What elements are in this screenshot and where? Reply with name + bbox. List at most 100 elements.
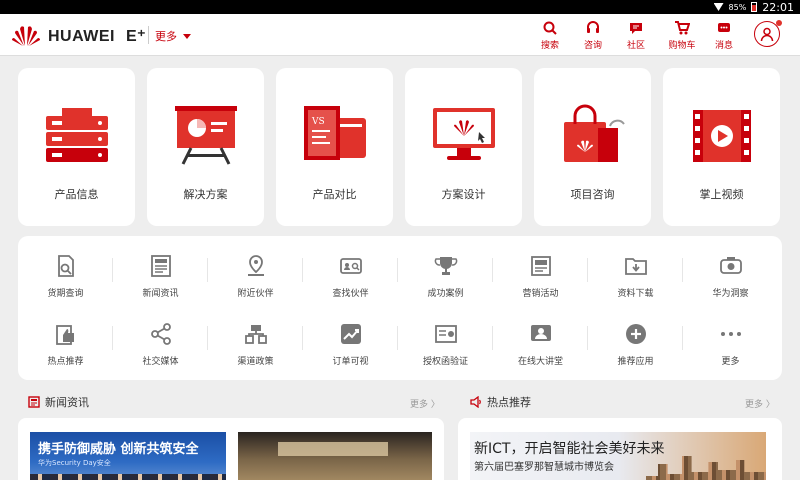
grid-item-label: 热点推荐 — [47, 357, 84, 367]
grid-item-label: 查找伙伴 — [332, 289, 369, 299]
folder-download-icon — [625, 258, 647, 275]
video-icon — [693, 110, 751, 162]
grid-item-social-media[interactable]: 社交媒体 — [113, 308, 208, 368]
grid-item-order-visibility[interactable]: 订单可视 — [303, 308, 398, 368]
card-design[interactable]: 方案设计 — [405, 68, 522, 226]
headset-icon — [587, 21, 599, 33]
grid-item-label: 更多 — [721, 357, 740, 367]
hot-more-link[interactable]: 更多 〉 — [745, 397, 775, 410]
grid-item-label: 货期查询 — [47, 289, 84, 299]
location-pin-icon — [248, 255, 264, 276]
notification-dot — [776, 20, 782, 26]
news-section-title: 新闻资讯 — [28, 394, 89, 410]
clock: 22:01 — [762, 0, 794, 14]
speaker-icon — [470, 396, 481, 408]
nav-consult-label: 咨询 — [583, 41, 602, 51]
card-compare[interactable]: VS 产品对比 — [276, 68, 393, 226]
newspaper-icon — [151, 255, 171, 277]
more-dropdown[interactable]: 更多 — [155, 28, 191, 44]
grid-item-recommended-apps[interactable]: 推荐应用 — [588, 308, 683, 368]
battery-percent: 85% — [728, 2, 747, 12]
lecture-icon — [531, 325, 551, 341]
news-item-2-photo — [278, 442, 388, 456]
feature-cards: 产品信息 解决方案 VS 产品对比 方案设计 项目咨询 掌上视频 — [18, 68, 782, 226]
card-product-info[interactable]: 产品信息 — [18, 68, 135, 226]
news-item-1[interactable]: 携手防御威胁 创新共筑安全 华为Security Day安全 — [30, 432, 226, 480]
card-label: 产品对比 — [312, 188, 357, 201]
grid-item-downloads[interactable]: 资料下载 — [588, 240, 683, 300]
grid-item-online-lecture[interactable]: 在线大讲堂 — [493, 308, 588, 368]
user-icon — [760, 27, 774, 42]
more-dropdown-label: 更多 — [155, 30, 177, 43]
server-icon — [46, 108, 108, 162]
nav-cart[interactable]: 购物车 — [662, 20, 702, 51]
grid-item-label: 资料下载 — [617, 289, 654, 299]
grid-item-channel-policy[interactable]: 渠道政策 — [208, 308, 303, 368]
grid-item-success-cases[interactable]: 成功案例 — [398, 240, 493, 300]
card-label: 解决方案 — [183, 188, 228, 201]
grid-item-nearby-partners[interactable]: 附近伙伴 — [208, 240, 303, 300]
app-header: HUAWEI E⁺ 更多 搜索 咨询 社区 购物车 消息 — [0, 14, 800, 56]
news-item-2[interactable] — [238, 432, 432, 480]
grid-item-hot-picks[interactable]: 热点推荐 — [18, 308, 113, 368]
huawei-logo-icon[interactable] — [12, 23, 40, 47]
card-label: 项目咨询 — [570, 188, 615, 201]
grid-item-delivery-query[interactable]: 货期查询 — [18, 240, 113, 300]
nav-search-label: 搜索 — [540, 41, 559, 51]
nav-cart-label: 购物车 — [668, 41, 696, 51]
grid-item-label: 渠道政策 — [237, 357, 274, 367]
hot-item-1[interactable]: 新ICT，开启智能社会美好未来 第六届巴塞罗那智慧城市博览会 — [470, 432, 766, 480]
grid-item-marketing[interactable]: 营销活动 — [493, 240, 588, 300]
poster-icon — [531, 256, 551, 276]
battery-icon — [751, 2, 758, 12]
search-icon — [543, 21, 557, 35]
news-item-1-photo — [30, 474, 226, 480]
grid-item-label: 成功案例 — [427, 289, 464, 299]
grid-item-insights[interactable]: 华为洞察 — [683, 240, 778, 300]
shopping-bag-icon — [564, 104, 625, 162]
hot-feed: 新ICT，开启智能社会美好未来 第六届巴塞罗那智慧城市博览会 — [458, 418, 782, 480]
news-item-1-subtitle: 华为Security Day安全 — [38, 459, 111, 467]
hot-item-headline: 新ICT，开启智能社会美好未来 — [474, 441, 665, 457]
monitor-icon — [433, 108, 495, 160]
grid-item-label: 社交媒体 — [142, 357, 179, 367]
nav-search[interactable]: 搜索 — [530, 20, 570, 51]
chart-icon — [341, 324, 361, 344]
brand-name: HUAWEI — [48, 28, 115, 45]
grid-item-label: 华为洞察 — [712, 289, 749, 299]
news-more-link[interactable]: 更多 〉 — [410, 397, 440, 410]
eye-icon — [720, 257, 742, 274]
id-card-search-icon — [340, 258, 362, 274]
card-consulting[interactable]: 项目咨询 — [534, 68, 651, 226]
card-solutions[interactable]: 解决方案 — [147, 68, 264, 226]
newspaper-icon — [28, 396, 40, 408]
service-grid: 货期查询 新闻资讯 附近伙伴 查找伙伴 成功案例 营销活动 资料下载 华为洞察 … — [18, 236, 782, 380]
grid-item-news[interactable]: 新闻资讯 — [113, 240, 208, 300]
nav-messages[interactable]: 消息 — [704, 20, 744, 51]
chat-icon — [630, 23, 642, 34]
grid-item-label: 附近伙伴 — [237, 289, 274, 299]
hot-section-title: 热点推荐 — [470, 394, 531, 410]
thumbs-up-icon — [56, 325, 74, 345]
news-feed: 携手防御威胁 创新共筑安全 华为Security Day安全 — [18, 418, 444, 480]
compare-icon: VS — [304, 106, 366, 160]
cart-icon — [675, 21, 690, 35]
brand-suffix: E⁺ — [125, 28, 147, 45]
grid-item-more[interactable]: 更多 — [683, 308, 778, 368]
message-icon — [718, 23, 730, 32]
hot-item-subtitle: 第六届巴塞罗那智慧城市博览会 — [474, 462, 614, 473]
nav-consult[interactable]: 咨询 — [573, 20, 613, 51]
svg-text:VS: VS — [311, 117, 325, 127]
card-mobile-video[interactable]: 掌上视频 — [663, 68, 780, 226]
grid-item-label: 在线大讲堂 — [517, 357, 563, 367]
channel-icon — [245, 325, 267, 344]
share-icon — [151, 323, 171, 345]
nav-community[interactable]: 社区 — [616, 20, 656, 51]
trophy-icon — [434, 257, 458, 275]
grid-item-auth-verify[interactable]: 授权函验证 — [398, 308, 493, 368]
plus-circle-icon — [626, 324, 646, 344]
news-item-1-headline: 携手防御威胁 创新共筑安全 — [38, 442, 199, 457]
hot-section-label: 热点推荐 — [487, 396, 531, 409]
grid-item-find-partners[interactable]: 查找伙伴 — [303, 240, 398, 300]
card-label: 掌上视频 — [699, 188, 744, 201]
